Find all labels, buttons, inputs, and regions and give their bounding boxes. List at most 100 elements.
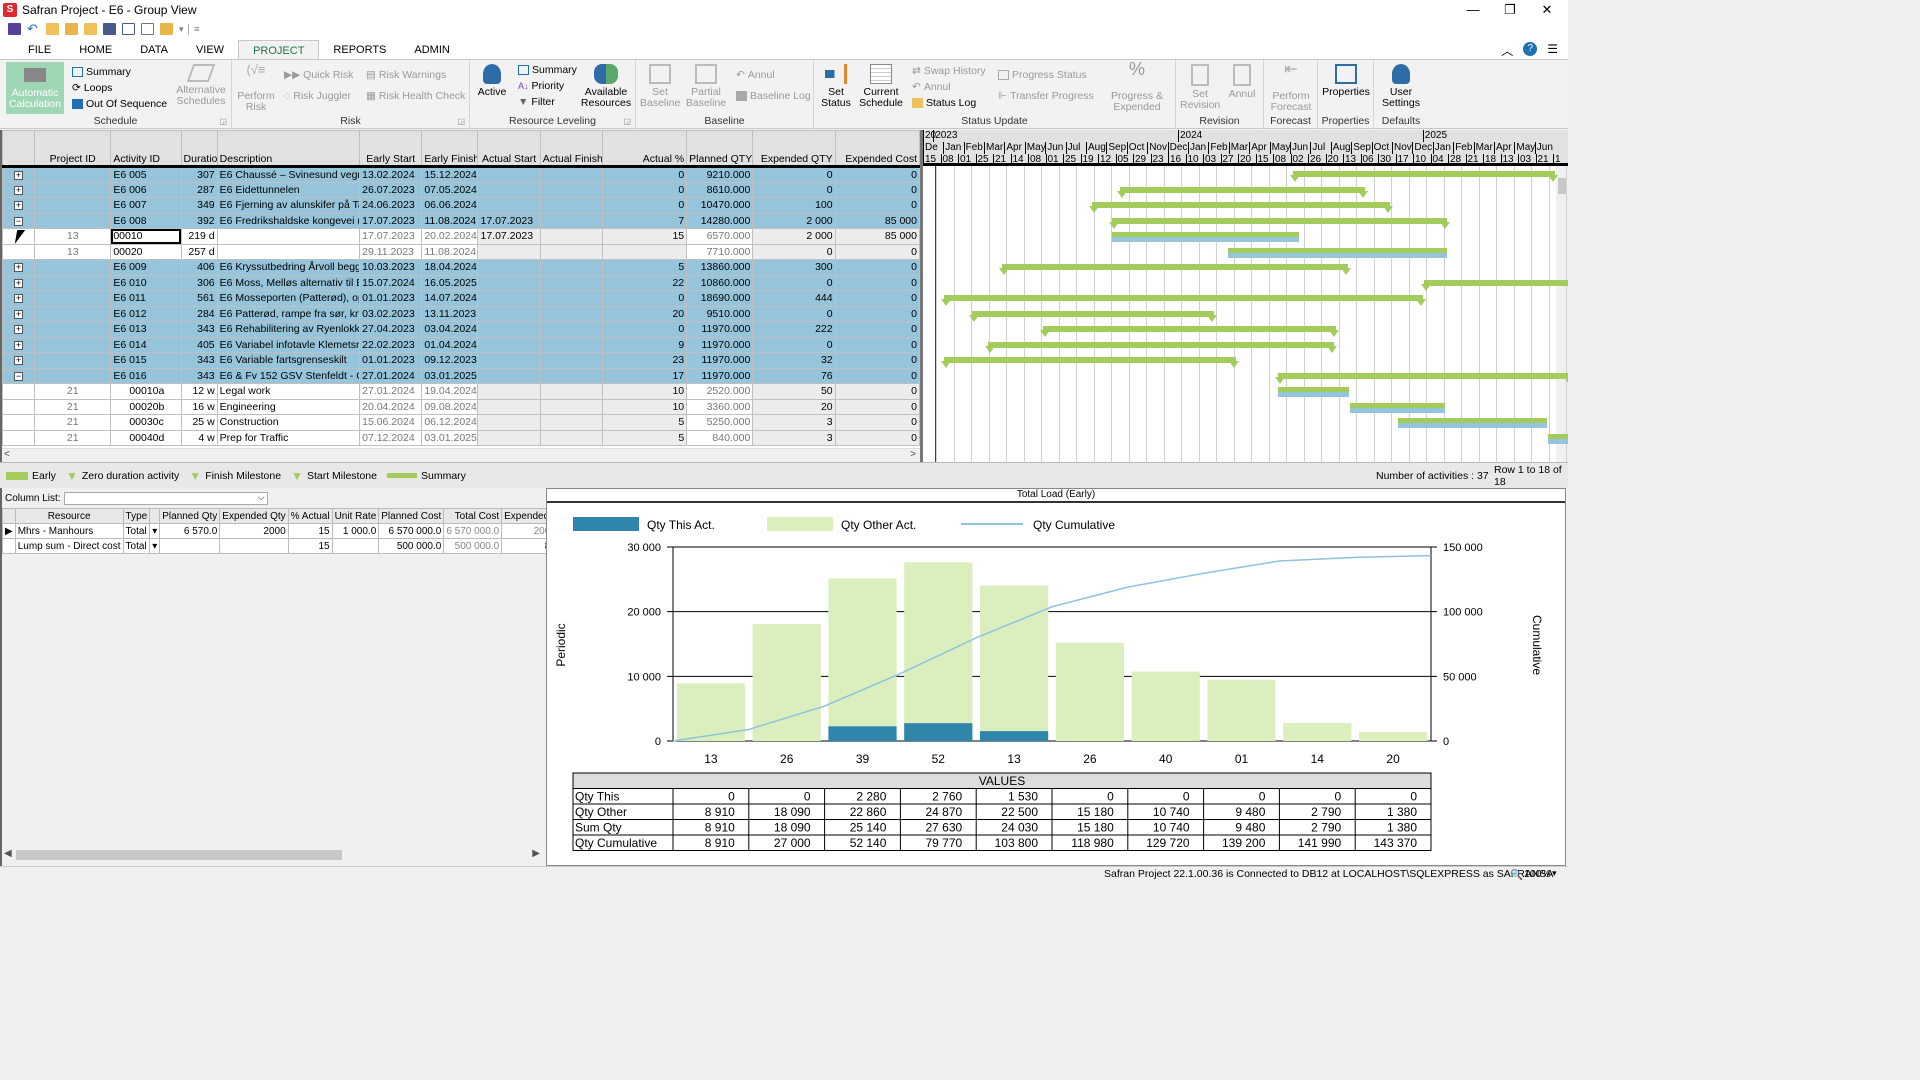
bar-qty-other[interactable] xyxy=(1283,722,1352,741)
cell-pid[interactable]: 13 xyxy=(34,243,112,260)
cell-exp[interactable] xyxy=(1,429,36,446)
cell-as[interactable]: 17.07.2023 xyxy=(477,228,541,245)
cell-aid[interactable]: 00020b xyxy=(110,398,182,415)
cell-pct[interactable]: 10 xyxy=(601,383,688,400)
resource-cell[interactable] xyxy=(159,538,221,554)
cell-aid[interactable]: E6 009 xyxy=(110,259,182,276)
cell-af[interactable] xyxy=(539,414,603,431)
cell-pid[interactable]: 21 xyxy=(34,429,112,446)
cell-desc[interactable]: E6 Chaussé – Svinesund vegmiljø (F xyxy=(216,166,361,183)
bar-qty-other[interactable] xyxy=(752,624,821,741)
collapse-ribbon-icon[interactable]: ︿ xyxy=(1501,42,1513,59)
cell-desc[interactable]: Prep for Traffic xyxy=(216,429,361,446)
cell-pid[interactable] xyxy=(34,290,112,307)
cell-pct[interactable]: 0 xyxy=(601,321,688,338)
cell-ef[interactable]: 18.04.2024 xyxy=(421,259,479,276)
resource-cell[interactable]: 15 xyxy=(287,523,333,539)
cell-pct[interactable]: 5 xyxy=(601,429,688,446)
cell-desc[interactable]: E6 Fredrikshaldske kongevei (Fv311 xyxy=(216,212,361,229)
cell-ec[interactable]: 0 xyxy=(834,398,921,415)
resource-cell[interactable] xyxy=(2,538,16,554)
cell-eq[interactable]: 0 xyxy=(752,305,836,322)
cell-dur[interactable]: 343 xyxy=(180,352,218,369)
cell-as[interactable] xyxy=(477,429,541,446)
risk-health-check-button[interactable]: ▦ Risk Health Check xyxy=(366,90,465,102)
cell-pid[interactable] xyxy=(34,336,112,353)
cell-ec[interactable]: 0 xyxy=(834,429,921,446)
cell-aid[interactable]: E6 007 xyxy=(110,197,182,214)
cell-eq[interactable]: 0 xyxy=(752,336,836,353)
cell-dur[interactable]: 392 xyxy=(180,212,218,229)
cell-dur[interactable]: 343 xyxy=(180,321,218,338)
column-header[interactable]: Actual Start xyxy=(477,130,541,168)
minimize-button[interactable]: — xyxy=(1458,2,1488,17)
cell-as[interactable] xyxy=(477,166,541,183)
cell-aid[interactable]: E6 008 xyxy=(110,212,182,229)
cell-pq[interactable]: 11970.000 xyxy=(686,352,754,369)
cell-eq[interactable]: 50 xyxy=(752,383,836,400)
baseline-log-button[interactable]: Baseline Log xyxy=(736,90,811,102)
cell-as[interactable] xyxy=(477,259,541,276)
expand-icon[interactable]: + xyxy=(14,325,24,335)
cell-pid[interactable] xyxy=(34,181,112,198)
resource-column-header[interactable]: Total Cost xyxy=(443,508,503,524)
expand-icon[interactable]: + xyxy=(14,294,24,304)
templates-icon[interactable] xyxy=(160,23,173,35)
cell-af[interactable] xyxy=(539,259,603,276)
cell-pct[interactable]: 0 xyxy=(601,197,688,214)
cell-es[interactable]: 17.07.2023 xyxy=(359,212,423,229)
cell-dur[interactable]: 349 xyxy=(180,197,218,214)
progress-status-button[interactable]: Progress Status xyxy=(998,69,1087,81)
cell-exp[interactable]: + xyxy=(1,305,36,322)
activity-bar[interactable] xyxy=(1547,433,1568,444)
cell-af[interactable] xyxy=(539,429,603,446)
cell-dur[interactable]: 306 xyxy=(180,274,218,291)
cell-es[interactable]: 01.01.2023 xyxy=(359,352,423,369)
table-row[interactable]: 21 00020b 16 w Engineering 20.04.2024 09.08.2… xyxy=(1,398,921,415)
cell-af[interactable] xyxy=(539,321,603,338)
cell-es[interactable]: 26.07.2023 xyxy=(359,181,423,198)
column-header[interactable]: Duration xyxy=(180,130,218,168)
zoom-dropdown-icon[interactable]: ▾ xyxy=(1552,868,1557,879)
cell-pid[interactable] xyxy=(34,305,112,322)
cell-ef[interactable]: 03.04.2024 xyxy=(421,321,479,338)
restore-button[interactable]: ❐ xyxy=(1495,2,1525,18)
cell-ec[interactable]: 0 xyxy=(834,166,921,183)
scrollbar-thumb[interactable] xyxy=(16,850,342,860)
cell-pid[interactable] xyxy=(34,259,112,276)
type-dropdown-icon[interactable]: ▾ xyxy=(149,523,161,539)
cell-exp[interactable]: + xyxy=(1,181,36,198)
cell-pq[interactable]: 18690.000 xyxy=(686,290,754,307)
table-row[interactable]: + E6 006 287 E6 Eidettunnelen 26.07.2023 07.0… xyxy=(1,181,921,198)
table-row[interactable]: 13 00020 257 d 29.11.2023 11.08.2024 7710.000… xyxy=(1,243,921,260)
summary-bar[interactable] xyxy=(1109,217,1450,229)
scrollbar-thumb[interactable] xyxy=(1558,178,1566,194)
cell-pq[interactable]: 10470.000 xyxy=(686,197,754,214)
perform-forecast-button[interactable]: ⇤ Perform Forecast xyxy=(1268,62,1314,113)
cell-pct[interactable]: 15 xyxy=(601,228,688,245)
open-icon[interactable] xyxy=(65,23,78,35)
cell-pct[interactable]: 5 xyxy=(601,259,688,276)
summary-bar[interactable] xyxy=(1275,372,1568,384)
cell-dur[interactable]: 284 xyxy=(180,305,218,322)
customize-icon[interactable]: ▾ │ ≡ xyxy=(179,24,199,35)
cell-exp[interactable]: + xyxy=(1,274,36,291)
cell-desc[interactable]: E6 Variable fartsgrenseskilt xyxy=(216,352,361,369)
column-header[interactable]: Project ID xyxy=(34,130,112,168)
cell-pct[interactable] xyxy=(601,243,688,260)
cell-pct[interactable]: 0 xyxy=(601,290,688,307)
cell-eq[interactable]: 3 xyxy=(752,414,836,431)
cell-ec[interactable]: 0 xyxy=(834,305,921,322)
table-row[interactable]: + E6 010 306 E6 Moss, Melløs alternativ til… xyxy=(1,274,921,291)
baseline-annul-button[interactable]: ↶ Annul xyxy=(736,69,775,81)
summary-bar[interactable] xyxy=(1089,202,1394,213)
tab-project[interactable]: PROJECT xyxy=(238,40,320,61)
bar-qty-other[interactable] xyxy=(979,585,1049,732)
cell-aid[interactable]: E6 006 xyxy=(110,181,182,198)
expand-icon[interactable]: + xyxy=(14,340,24,350)
cell-pq[interactable]: 11970.000 xyxy=(686,367,754,384)
cell-pq[interactable]: 5250.000 xyxy=(686,414,754,431)
cell-pid[interactable]: 21 xyxy=(34,383,112,400)
expand-icon[interactable]: + xyxy=(14,309,24,319)
cell-pq[interactable]: 11970.000 xyxy=(686,321,754,338)
